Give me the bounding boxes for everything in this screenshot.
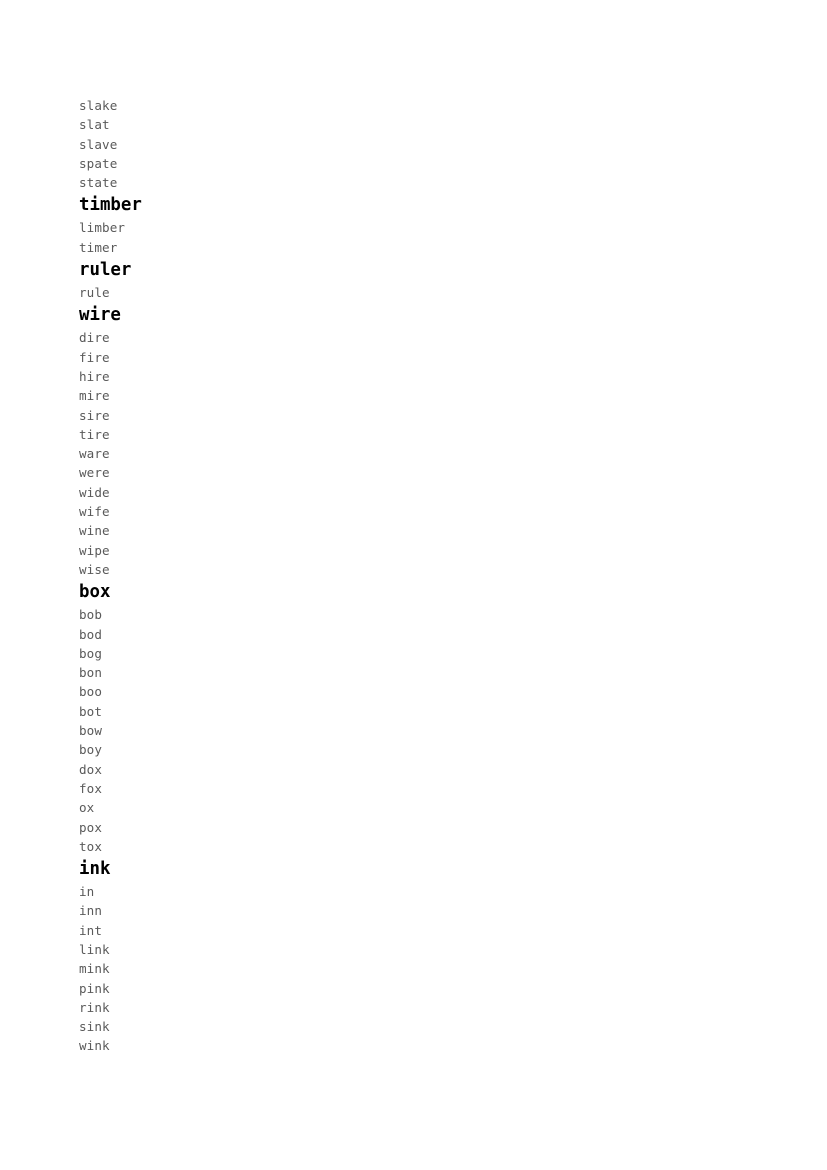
sub-entry-word: timer [79,239,118,255]
sub-entry-word: pink [79,980,110,996]
sub-entry-word: bog [79,645,103,661]
sub-entry-word: bod [79,626,103,642]
sub-entry-word: slave [79,136,118,152]
sub-entry-word: wise [79,561,110,577]
sub-entry-word: int [79,922,103,938]
sub-entry-word: bow [79,723,103,739]
sub-entry-word: ox [79,800,95,816]
headword: timber [79,195,142,216]
headword: ink [79,859,111,880]
sub-entry-word: sire [79,407,110,423]
sub-entry-word: bot [79,703,103,719]
sub-entry-word: bon [79,665,103,681]
sub-entry-word: in [79,884,95,900]
sub-entry-word: boy [79,742,103,758]
headword: ruler [79,260,132,281]
sub-entry-word: mire [79,388,110,404]
sub-entry-word: wide [79,484,110,500]
sub-entry-word: spate [79,155,118,171]
sub-entry-word: wink [79,1038,110,1054]
sub-entry-word: tox [79,838,103,854]
sub-entry-word: wine [79,523,110,539]
sub-entry-word: slat [79,117,110,133]
headword: box [79,582,111,603]
sub-entry-word: pox [79,819,103,835]
sub-entry-word: fire [79,349,110,365]
sub-entry-word: rink [79,999,110,1015]
sub-entry-word: dox [79,761,103,777]
sub-entry-word: ware [79,446,110,462]
word-list: slake slat slave spate state timber limber time… [79,96,679,1056]
sub-entry-word: were [79,465,110,481]
sub-entry-word: sink [79,1019,110,1035]
sub-entry-word: boo [79,684,103,700]
document-page: slake slat slave spate state timber limber time… [0,0,827,1170]
sub-entry-word: bob [79,607,103,623]
sub-entry-word: mink [79,961,110,977]
sub-entry-word: wife [79,504,110,520]
sub-entry-word: slake [79,98,118,113]
sub-entry-word: tire [79,426,110,442]
sub-entry-word: fox [79,780,103,796]
sub-entry-word: wipe [79,542,110,558]
headword: wire [79,305,121,326]
sub-entry-word: hire [79,368,110,384]
sub-entry-word: rule [79,285,110,301]
sub-entry-word: state [79,175,118,191]
sub-entry-word: link [79,941,110,957]
sub-entry-word: inn [79,903,103,919]
sub-entry-word: limber [79,220,126,236]
sub-entry-word: dire [79,330,110,346]
